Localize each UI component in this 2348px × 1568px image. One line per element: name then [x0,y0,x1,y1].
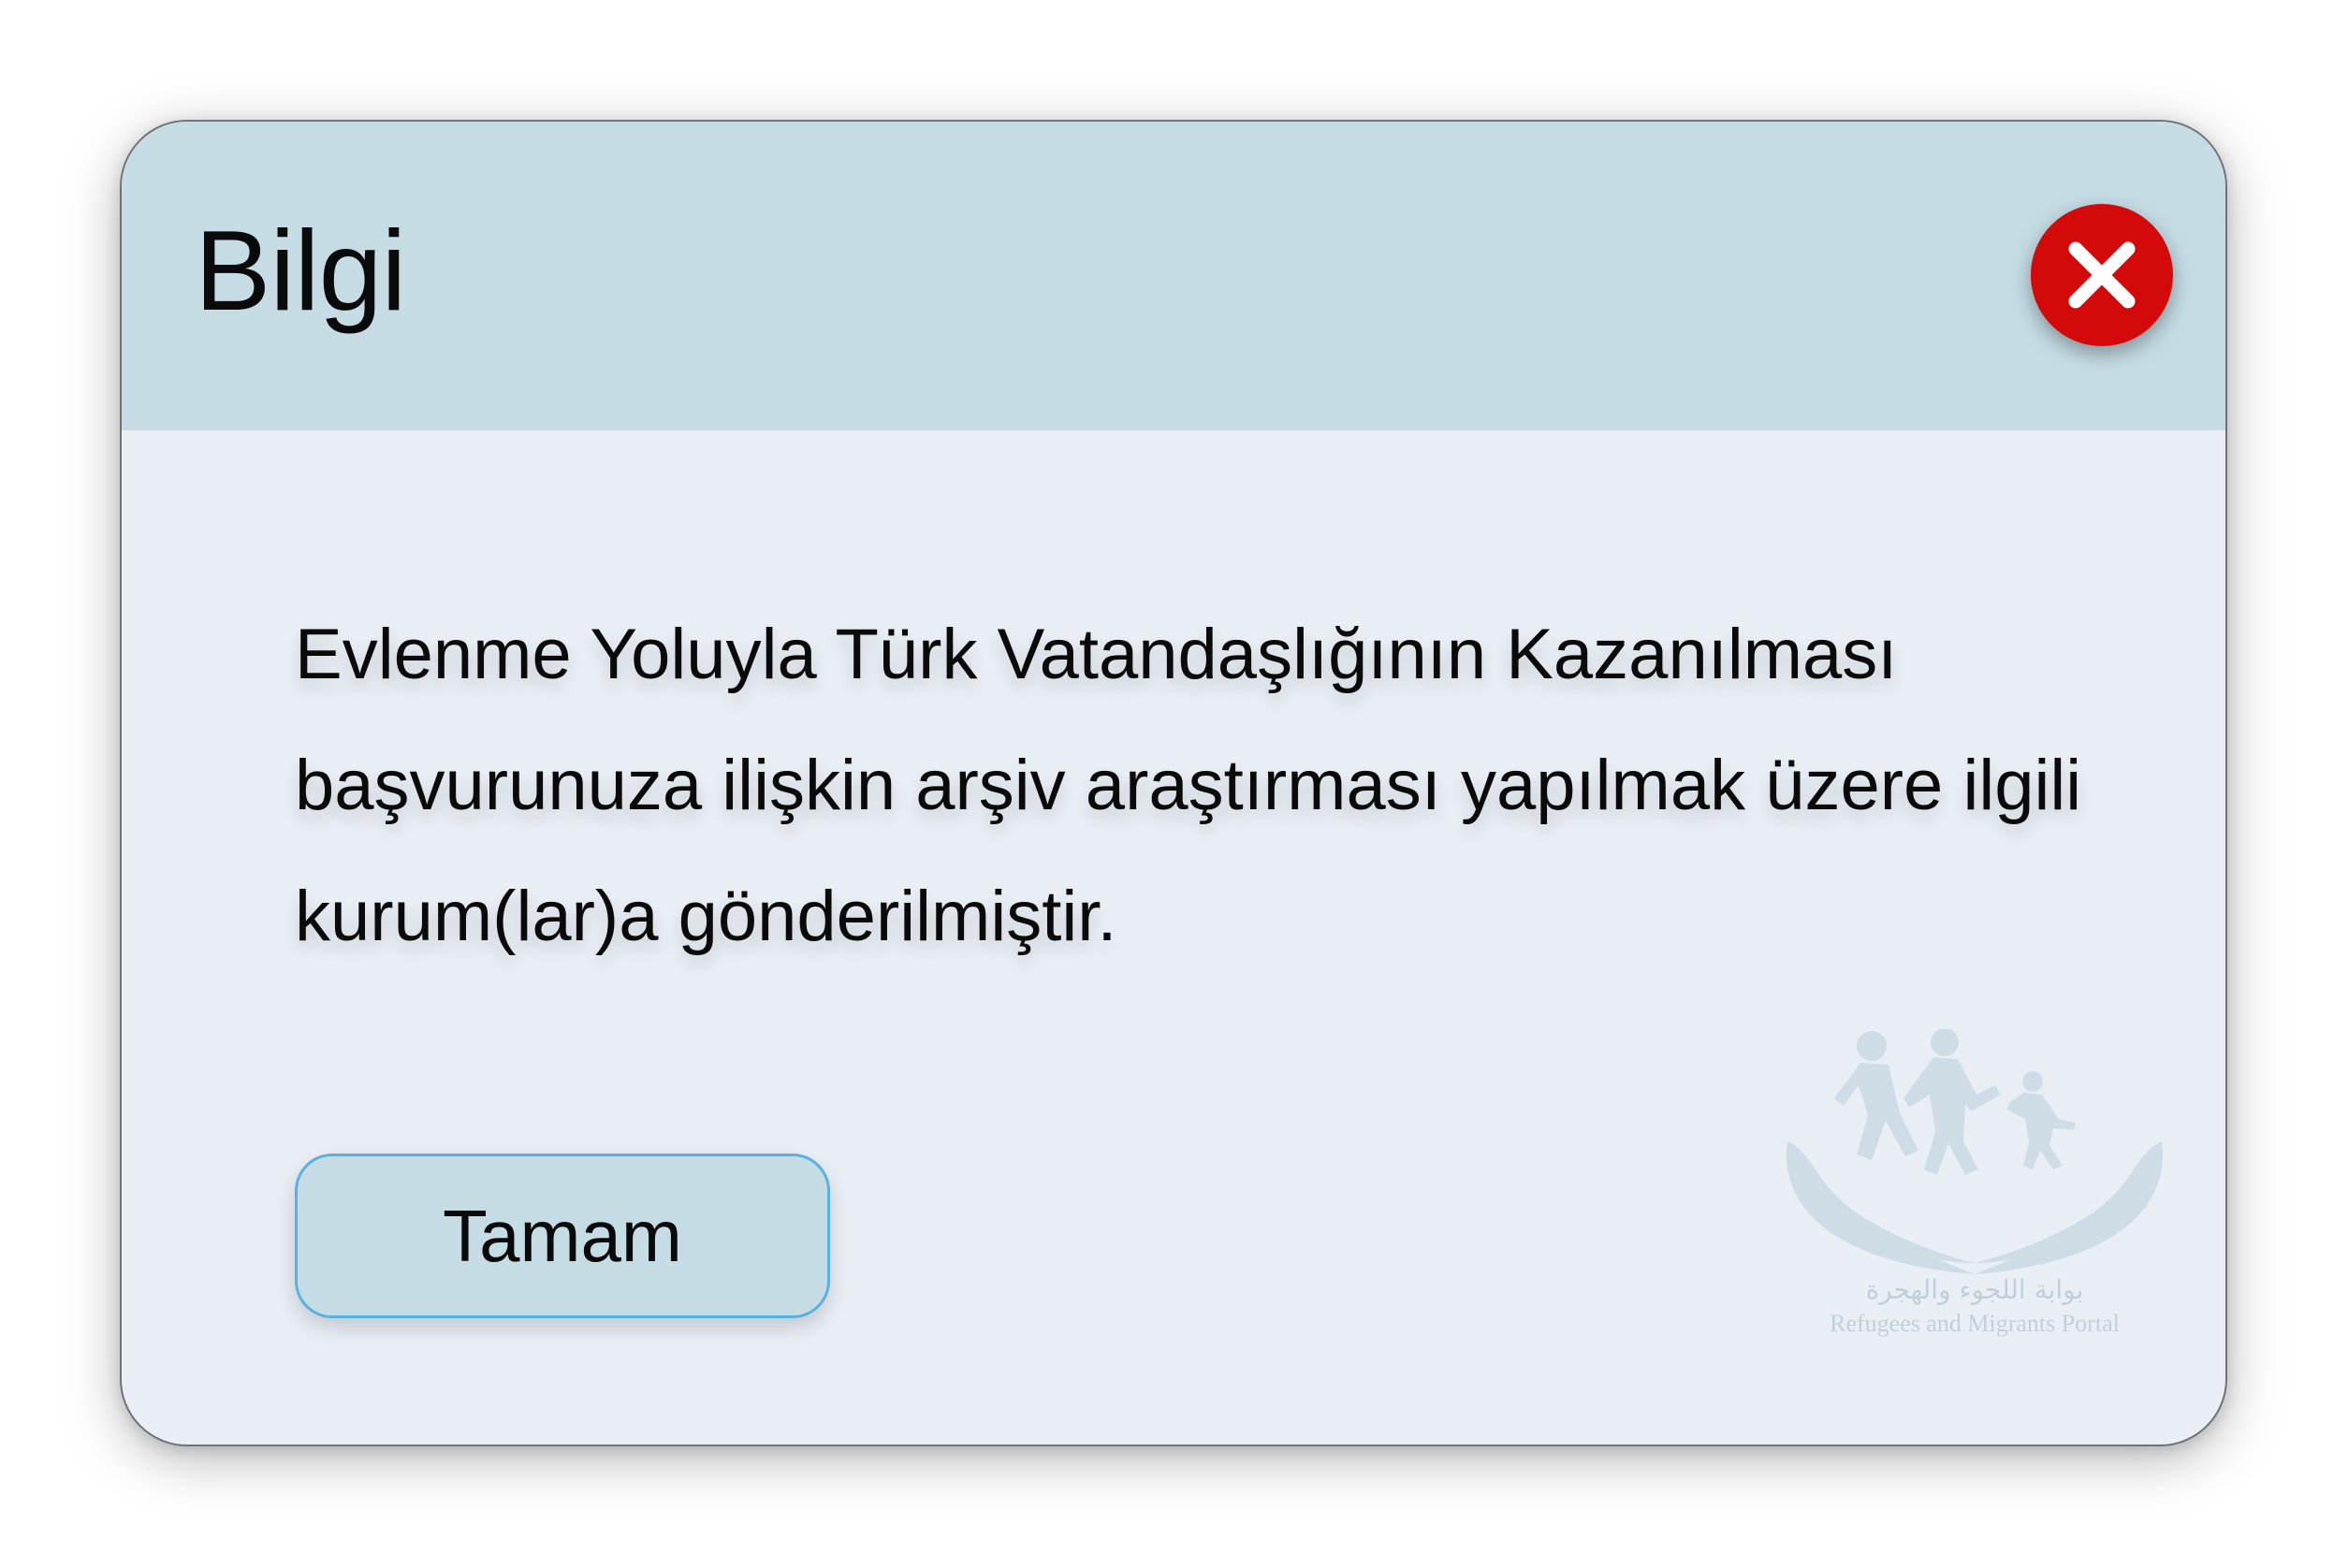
watermark-english-text: Refugees and Migrants Portal [1830,1310,2120,1337]
info-dialog: Bilgi Evlenme Yoluyla Türk Vatandaşlığın… [120,120,2227,1446]
dialog-title: Bilgi [195,207,407,334]
ok-button[interactable]: Tamam [295,1154,830,1318]
close-x-icon [2068,241,2136,309]
family-hands-logo [1786,1029,2164,1274]
close-button[interactable] [2031,204,2173,346]
portal-watermark: بوابة اللجوء والهجرة Refugees and Migran… [1778,1029,2171,1337]
dialog-header: Bilgi [122,122,2225,430]
watermark-arabic-text: بوابة اللجوء والهجرة [1865,1274,2084,1305]
dialog-message: Evlenme Yoluyla Türk Vatandaşlığının Kaz… [295,615,2082,956]
